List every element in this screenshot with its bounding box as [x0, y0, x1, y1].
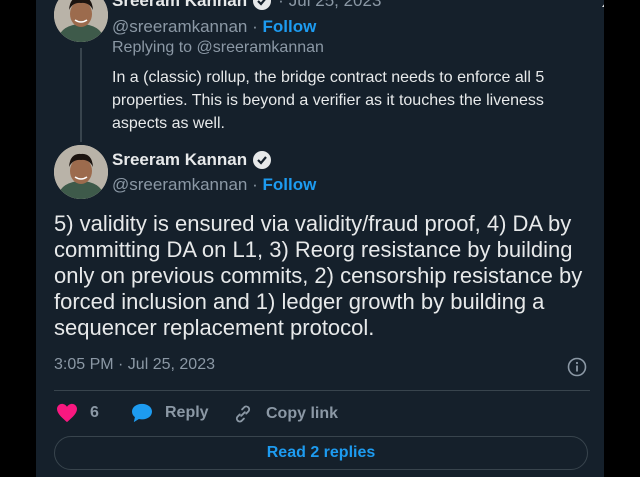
link-icon — [235, 405, 251, 423]
author-name[interactable]: Sreeram Kannan — [112, 0, 247, 11]
parent-date[interactable]: Jul 25, 2023 — [289, 0, 382, 11]
x-logo-icon[interactable] — [599, 0, 604, 16]
like-count: 6 — [90, 404, 99, 421]
info-icon[interactable] — [567, 357, 587, 377]
main-tweet-text: 5) validity is ensured via validity/frau… — [54, 211, 583, 340]
main-name-row: Sreeram Kannan — [112, 150, 272, 170]
parent-handle-row: @sreeramkannan · Follow — [112, 17, 317, 36]
embedded-tweet-card: Sreeram Kannan · Jul 25, 2023 @sreeramka… — [36, 0, 604, 477]
main-handle-row: @sreeramkannan · Follow — [112, 175, 317, 194]
replying-to[interactable]: Replying to @sreeramkannan — [112, 39, 324, 57]
copy-link-button[interactable]: Copy link — [232, 403, 338, 425]
avatar[interactable] — [54, 145, 108, 199]
verified-badge-icon — [253, 0, 272, 10]
parent-name-row: Sreeram Kannan · Jul 25, 2023 — [112, 0, 381, 11]
author-handle[interactable]: @sreeramkannan — [112, 17, 247, 36]
divider — [54, 390, 590, 391]
reply-bubble-icon — [132, 403, 152, 423]
reply-label: Reply — [165, 404, 209, 421]
author-handle[interactable]: @sreeramkannan — [112, 175, 247, 194]
copy-link-label: Copy link — [266, 405, 339, 422]
like-button[interactable]: 6 — [56, 403, 99, 423]
thread-line — [80, 48, 82, 142]
tweet-timestamp[interactable]: 3:05 PM · Jul 25, 2023 — [54, 356, 215, 374]
avatar[interactable] — [54, 0, 108, 42]
reply-button[interactable]: Reply — [131, 403, 209, 423]
read-replies-button[interactable]: Read 2 replies — [54, 436, 588, 470]
heart-icon — [57, 403, 77, 423]
author-name[interactable]: Sreeram Kannan — [112, 150, 247, 170]
follow-button[interactable]: Follow — [263, 17, 317, 36]
follow-button[interactable]: Follow — [263, 175, 317, 194]
verified-badge-icon — [253, 151, 272, 169]
parent-tweet-text: In a (classic) rollup, the bridge contra… — [112, 69, 545, 132]
